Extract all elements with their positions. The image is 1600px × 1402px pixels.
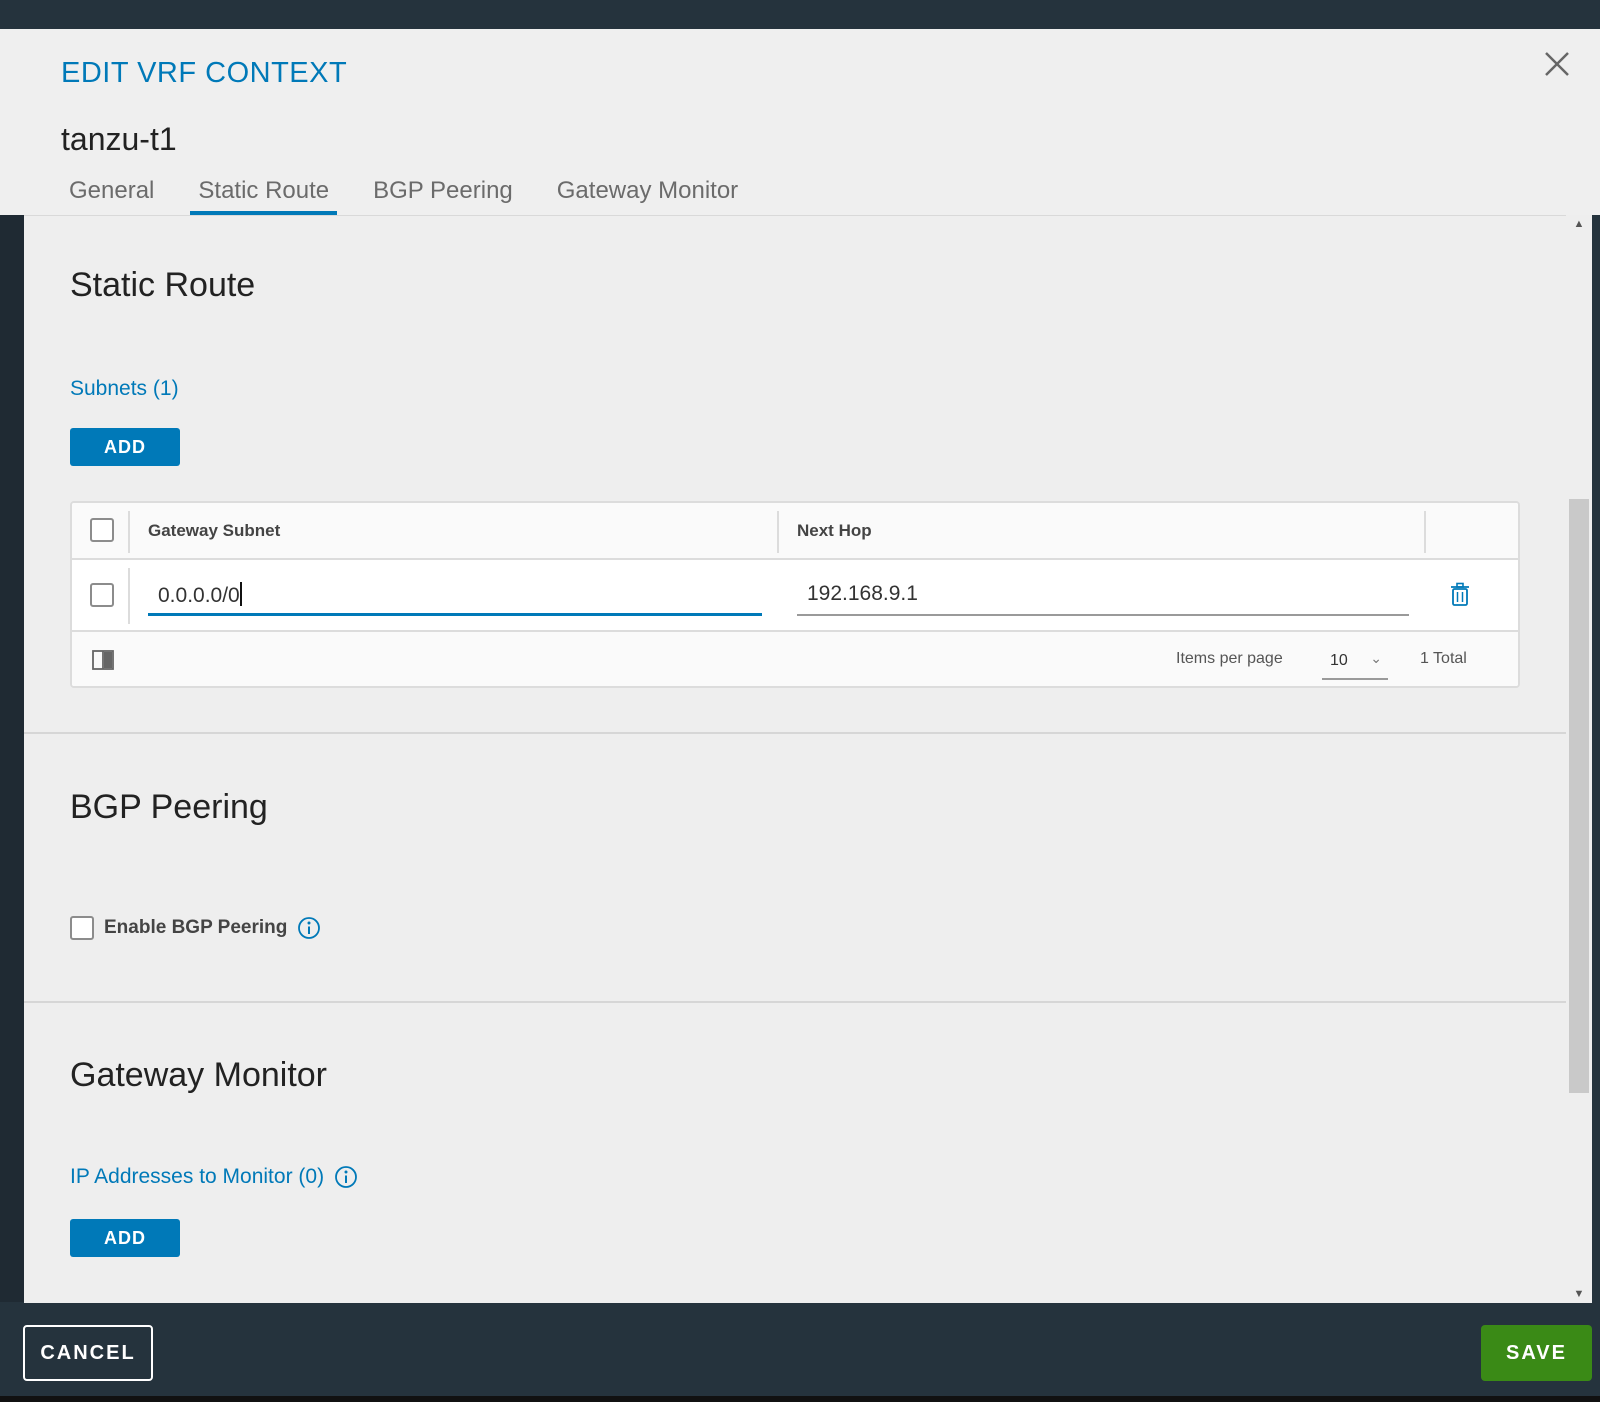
select-all-checkbox[interactable] — [90, 518, 114, 542]
ip-monitor-label-row: IP Addresses to Monitor (0) — [70, 1165, 358, 1189]
tab-bar: General Static Route BGP Peering Gateway… — [61, 169, 774, 215]
enable-bgp-row: Enable BGP Peering — [70, 913, 321, 943]
subnets-grid: Gateway Subnet Next Hop 0.0.0.0/0 192.16… — [70, 501, 1520, 688]
column-header-gateway-subnet: Gateway Subnet — [148, 521, 281, 540]
modal-header: EDIT VRF CONTEXT tanzu-t1 General Static… — [0, 29, 1600, 215]
column-divider — [1424, 511, 1426, 553]
modal-title: EDIT VRF CONTEXT — [61, 57, 348, 89]
save-button[interactable]: SAVE — [1481, 1325, 1592, 1381]
subnets-label: Subnets (1) — [70, 377, 179, 400]
vrf-name: tanzu-t1 — [61, 121, 177, 157]
add-subnet-button[interactable]: ADD — [70, 428, 180, 466]
tab-general[interactable]: General — [61, 169, 162, 215]
table-row: 0.0.0.0/0 192.168.9.1 — [72, 560, 1518, 632]
scroll-up-icon[interactable]: ▲ — [1566, 215, 1592, 233]
footer-bar — [0, 1396, 1600, 1402]
grid-footer: Items per page 10 ⌄ 1 Total — [72, 632, 1518, 686]
items-per-page-value: 10 — [1330, 652, 1348, 669]
column-divider — [128, 511, 130, 553]
grid-header: Gateway Subnet Next Hop — [72, 503, 1518, 560]
column-divider — [128, 568, 130, 624]
items-per-page-select[interactable]: 10 ⌄ — [1322, 642, 1388, 680]
close-button[interactable] — [1540, 47, 1574, 81]
scroll-down-icon[interactable]: ▼ — [1566, 1285, 1592, 1303]
tab-static-route[interactable]: Static Route — [190, 169, 337, 215]
bgp-peering-heading: BGP Peering — [70, 788, 268, 826]
tab-gateway-monitor[interactable]: Gateway Monitor — [549, 169, 746, 215]
tab-bgp-peering[interactable]: BGP Peering — [365, 169, 521, 215]
modal-body: Static Route Subnets (1) ADD Gateway Sub… — [24, 215, 1566, 1303]
enable-bgp-label: Enable BGP Peering — [104, 917, 288, 938]
enable-bgp-checkbox[interactable] — [70, 916, 94, 940]
column-divider — [777, 511, 779, 553]
chevron-down-icon: ⌄ — [1370, 650, 1382, 666]
total-count: 1 Total — [1420, 650, 1467, 667]
items-per-page-label: Items per page — [1176, 650, 1283, 667]
static-route-heading: Static Route — [70, 266, 256, 304]
next-hop-value: 192.168.9.1 — [807, 582, 918, 605]
modal-footer: CANCEL SAVE — [0, 1303, 1600, 1402]
cancel-button[interactable]: CANCEL — [23, 1325, 153, 1381]
ip-monitor-label: IP Addresses to Monitor (0) — [70, 1165, 325, 1188]
gateway-monitor-heading: Gateway Monitor — [70, 1056, 327, 1094]
column-toggle-icon[interactable] — [92, 650, 114, 670]
add-ip-button[interactable]: ADD — [70, 1219, 180, 1257]
text-caret — [239, 582, 242, 606]
scrollbar[interactable]: ▲ ▼ — [1566, 215, 1592, 1303]
row-checkbox[interactable] — [90, 583, 114, 607]
info-icon[interactable] — [297, 916, 321, 940]
next-hop-input[interactable]: 192.168.9.1 — [797, 578, 1409, 616]
section-divider — [24, 732, 1566, 734]
section-divider — [24, 1001, 1566, 1003]
close-icon — [1545, 52, 1569, 76]
gateway-subnet-input[interactable]: 0.0.0.0/0 — [148, 578, 762, 616]
column-header-next-hop: Next Hop — [797, 521, 872, 540]
gateway-subnet-value: 0.0.0.0/0 — [158, 584, 240, 607]
info-icon[interactable] — [334, 1165, 358, 1189]
trash-icon[interactable] — [1450, 582, 1470, 608]
background-panel — [0, 122, 24, 1302]
scroll-thumb[interactable] — [1569, 499, 1589, 1093]
